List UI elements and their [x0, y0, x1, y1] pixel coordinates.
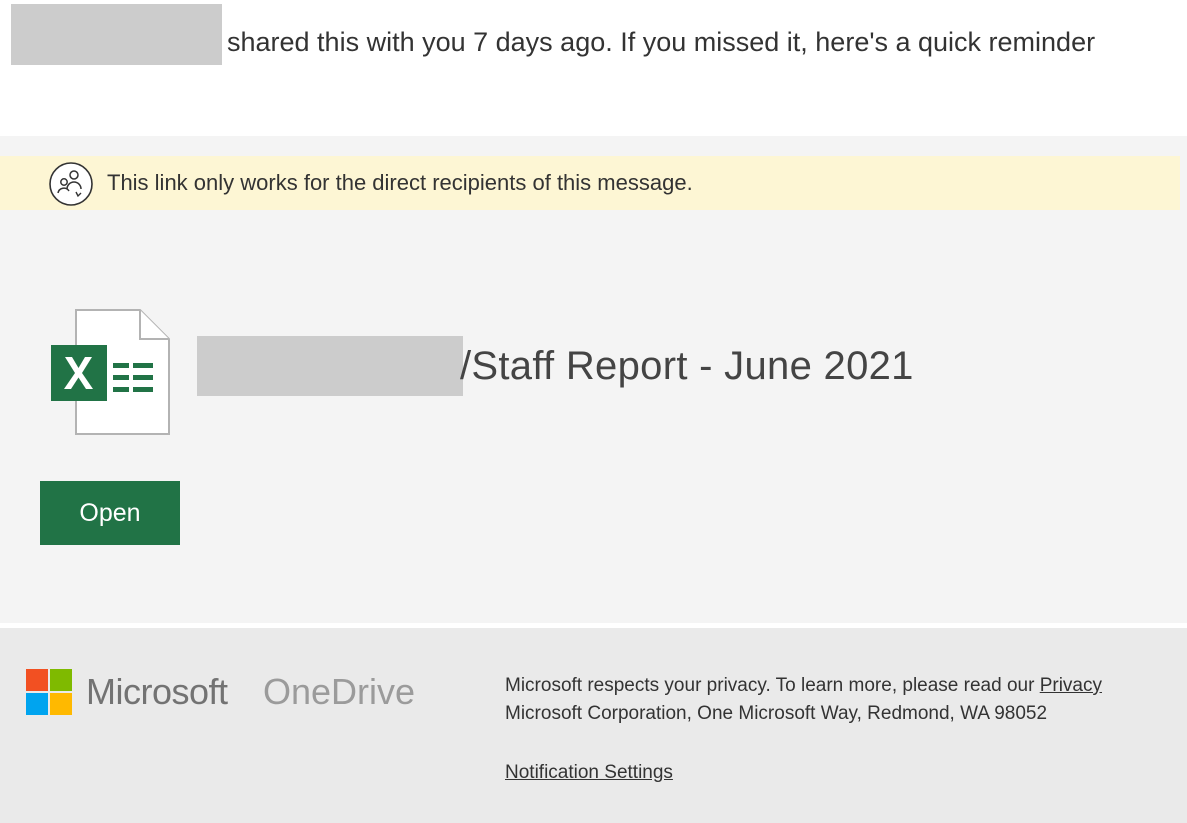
legal-text: Microsoft respects your privacy. To lear…	[505, 672, 1187, 728]
privacy-text: Microsoft respects your privacy. To lear…	[505, 675, 1040, 696]
shared-file-card: This link only works for the direct reci…	[0, 136, 1187, 623]
onedrive-wordmark: OneDrive	[263, 670, 415, 714]
privacy-statement: Microsoft respects your privacy. To lear…	[505, 672, 1187, 700]
microsoft-wordmark: Microsoft	[86, 670, 228, 714]
excel-file-icon	[48, 308, 173, 436]
microsoft-logo-icon	[26, 669, 72, 715]
share-reminder-text: shared this with you 7 days ago. If you …	[25, 22, 1145, 62]
recipients-only-message: This link only works for the direct reci…	[107, 156, 693, 210]
recipients-only-banner: This link only works for the direct reci…	[0, 156, 1180, 210]
open-button[interactable]: Open	[40, 481, 180, 545]
redacted-file-path	[197, 336, 463, 396]
email-footer: Microsoft OneDrive Microsoft respects yo…	[0, 628, 1187, 823]
notification-settings-link[interactable]: Notification Settings	[505, 759, 673, 787]
file-title[interactable]: /Staff Report - June 2021	[460, 338, 914, 394]
company-address: Microsoft Corporation, One Microsoft Way…	[505, 700, 1187, 728]
privacy-link[interactable]: Privacy	[1040, 675, 1102, 696]
people-sharing-icon	[48, 161, 94, 207]
